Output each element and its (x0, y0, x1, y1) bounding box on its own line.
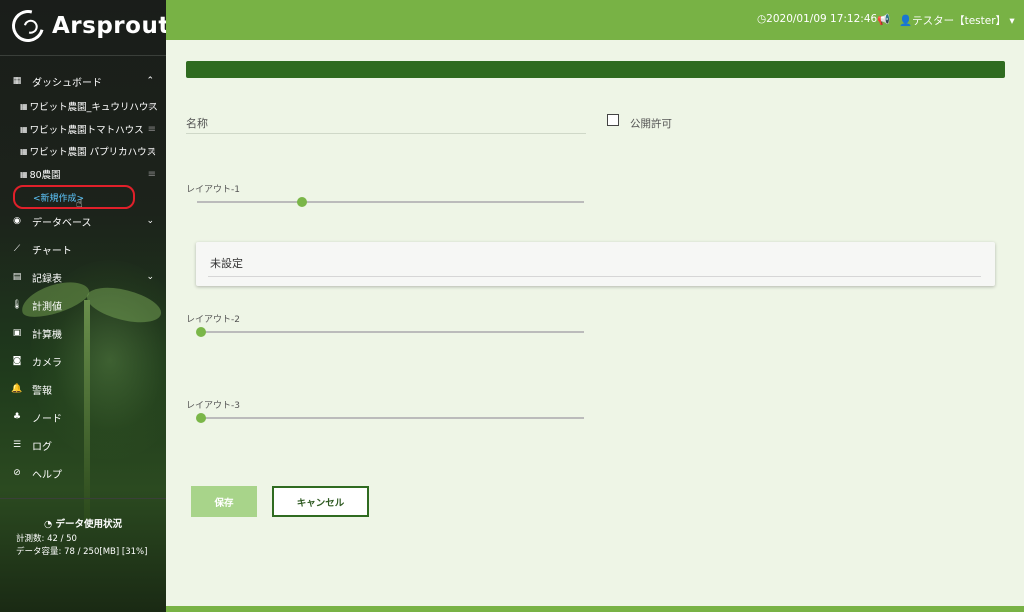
dashboard-icon: ▦ (20, 124, 28, 134)
drag-handle-icon[interactable]: ≡ (148, 146, 156, 157)
layout-2-slider-track[interactable] (197, 331, 584, 333)
layout-2-label: レイアウト-2 (186, 315, 240, 325)
layout-card[interactable]: 未設定 (196, 242, 995, 286)
data-usage-title-text: データ使用状況 (55, 519, 123, 530)
pie-chart-icon: ◔ (43, 519, 53, 530)
layout-1-label: レイアウト-1 (186, 185, 240, 195)
line-chart-icon: ⟋ (13, 244, 21, 254)
sidebar-item-log[interactable]: ☰ ログ (0, 434, 166, 456)
top-bar: ◷2020/01/09 17:12:46 📢 👤テスター【tester】 ▾ (166, 0, 1024, 40)
bell-icon: 🔔 (11, 384, 23, 394)
bottom-bar (166, 606, 1024, 612)
sitemap-icon: ♣ (12, 412, 22, 422)
divider (0, 498, 166, 499)
sidebar-item-chart[interactable]: ⟋ チャート (0, 238, 166, 260)
sidebar-item-label: ノード (32, 413, 62, 425)
sidebar-item-record-table[interactable]: ▤ 記録表 ⌄ (0, 266, 166, 288)
thermometer-icon: 🌡 (11, 300, 23, 310)
help-icon: ⊘ (13, 468, 21, 478)
name-input[interactable] (186, 133, 586, 134)
drag-handle-icon[interactable]: ≡ (148, 124, 156, 135)
announcement-icon[interactable]: 📢 (877, 13, 890, 26)
dashboard-icon: ▦ (20, 146, 28, 156)
database-icon: ◉ (13, 216, 21, 226)
list-icon: ☰ (12, 440, 22, 450)
table-icon: ▤ (12, 272, 22, 282)
dashboard-item-label: ワビット農園トマトハウス (29, 125, 144, 136)
layout-1-slider-handle[interactable] (296, 197, 307, 207)
dashboard-item-label: ワビット農園_キュウリハウス (29, 102, 158, 113)
public-permission-label: 公開許可 (630, 118, 672, 130)
chevron-down-icon: ⌄ (146, 272, 154, 282)
data-usage-title: ◔ データ使用状況 (0, 516, 166, 530)
calculator-icon: ▣ (12, 328, 22, 338)
user-menu[interactable]: 👤テスター【tester】 ▾ (899, 13, 1015, 28)
sidebar-item-label: 計算機 (32, 329, 62, 341)
sidebar: Arsprout ▦ ダッシュボード ⌃ ▦ ワビット農園_キュウリハウス ≡ … (0, 0, 166, 612)
caret-down-icon: ▾ (1009, 15, 1015, 27)
sidebar-item-label: チャート (32, 245, 72, 257)
datetime-text: 2020/01/09 17:12:46 (766, 13, 878, 25)
layout-2-slider-handle[interactable] (196, 327, 206, 337)
dashboard-item[interactable]: ▦ ワビット農園トマトハウス ≡ (0, 119, 166, 139)
card-divider (208, 276, 981, 277)
dashboard-item[interactable]: ▦ 80農園 ≡ (0, 164, 166, 184)
dashboard-icon: ▦ (20, 101, 28, 111)
save-button[interactable]: 保存 (191, 486, 257, 517)
sidebar-item-label: ダッシュボード (32, 77, 102, 89)
chevron-down-icon: ⌄ (146, 216, 154, 226)
chevron-up-icon: ⌃ (146, 76, 154, 86)
sidebar-item-dashboard[interactable]: ▦ ダッシュボード ⌃ (0, 70, 166, 92)
dashboard-item-label: ワビット農園 パプリカハウス (29, 147, 157, 158)
sidebar-item-label: 記録表 (32, 273, 62, 285)
public-permission-checkbox[interactable] (607, 114, 619, 126)
new-dashboard-link[interactable]: <新規作成> (13, 185, 135, 209)
sidebar-item-label: 警報 (32, 385, 52, 397)
card-title: 未設定 (210, 257, 243, 270)
clock-icon: ◷ (757, 13, 767, 25)
sidebar-item-label: 計測値 (32, 301, 62, 313)
hand-cursor-icon: ☝ (76, 197, 83, 210)
dashboard-icon: ▦ (20, 169, 28, 179)
sidebar-item-node[interactable]: ♣ ノード (0, 406, 166, 428)
dashboard-item[interactable]: ▦ ワビット農園 パプリカハウス ≡ (0, 141, 166, 161)
arsprout-logo-icon (6, 4, 50, 48)
layout-3-label: レイアウト-3 (186, 401, 240, 411)
sidebar-item-database[interactable]: ◉ データベース ⌄ (0, 210, 166, 232)
dashboard-item[interactable]: ▦ ワビット農園_キュウリハウス ≡ (0, 96, 166, 116)
name-label: 名称 (186, 117, 208, 130)
sidebar-item-label: データベース (32, 217, 92, 229)
layout-3-slider-handle[interactable] (196, 413, 206, 423)
measurement-count: 計測数: 42 / 50 (16, 534, 77, 544)
sidebar-item-label: ヘルプ (32, 469, 62, 481)
sidebar-item-camera[interactable]: ◙ カメラ (0, 350, 166, 372)
dashboard-icon: ▦ (12, 76, 22, 86)
layout-1-slider-track[interactable] (197, 201, 584, 203)
cancel-button[interactable]: キャンセル (272, 486, 369, 517)
drag-handle-icon[interactable]: ≡ (148, 101, 156, 112)
layout-3-slider-track[interactable] (197, 417, 584, 419)
brand-name: Arsprout (52, 13, 166, 39)
user-icon: 👤 (899, 15, 913, 27)
panel-header-bar (186, 61, 1005, 78)
datetime-display: ◷2020/01/09 17:12:46 (757, 13, 877, 25)
user-name: テスター【tester】 (912, 15, 1007, 27)
dashboard-item-label: 80農園 (29, 170, 61, 181)
sidebar-item-alarm[interactable]: 🔔 警報 (0, 378, 166, 400)
sidebar-item-calculator[interactable]: ▣ 計算機 (0, 322, 166, 344)
drag-handle-icon[interactable]: ≡ (148, 169, 156, 180)
sidebar-item-label: ログ (32, 441, 52, 453)
sidebar-item-help[interactable]: ⊘ ヘルプ (0, 462, 166, 484)
sidebar-item-label: カメラ (32, 357, 62, 369)
sidebar-item-measurements[interactable]: 🌡 計測値 (0, 294, 166, 316)
camera-icon: ◙ (12, 356, 22, 366)
divider (0, 55, 166, 56)
brand-logo[interactable]: Arsprout (6, 4, 166, 48)
data-capacity: データ容量: 78 / 250[MB] [31%] (16, 547, 148, 557)
